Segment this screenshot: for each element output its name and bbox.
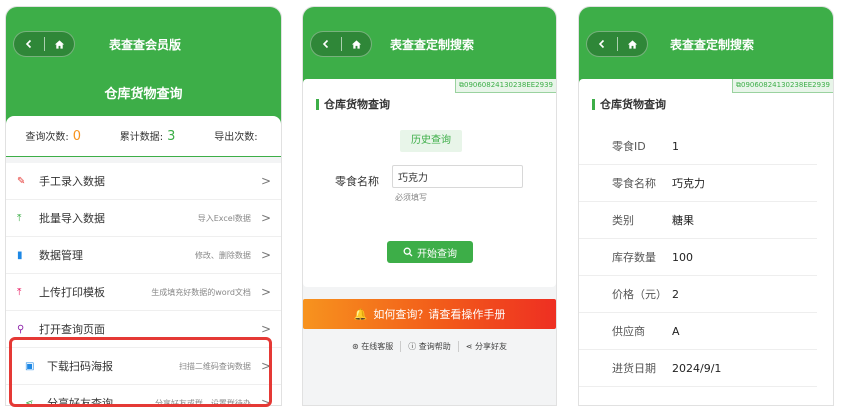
chevron-right-icon: >	[260, 248, 271, 262]
chevron-right-icon: >	[260, 322, 271, 336]
result-row: 零食名称 巧克力	[579, 165, 817, 202]
menu-item-upload-template[interactable]: ⤒ 上传打印模板 生成填充好数据的word文档 >	[6, 274, 281, 311]
back-button[interactable]	[587, 32, 617, 56]
history-query-button[interactable]: 历史查询	[400, 130, 462, 152]
back-icon	[598, 39, 604, 49]
upload-icon: ⤒	[17, 286, 22, 298]
result-row: 类别 糖果	[579, 202, 817, 239]
search-panel: 表查查定制搜索 ⧉09060824130238EE2939 仓库货物查询 历史查…	[302, 6, 557, 406]
query-help-link[interactable]: ⓘ 查询帮助	[401, 340, 459, 352]
field-label-snack-name: 零食名称	[335, 175, 379, 188]
home-icon	[351, 39, 361, 49]
result-panel: 表查查定制搜索 ⧉09060824130238EE2939 仓库货物查询 零食I…	[578, 6, 834, 406]
stat-export-count: 导出次数:	[214, 132, 258, 143]
page-title: 表查查定制搜索	[390, 38, 475, 52]
nav-capsule	[310, 31, 372, 57]
result-row: 供应商 A	[579, 313, 817, 350]
headset-icon: ⊛	[351, 341, 362, 351]
section-title: 仓库货物查询	[316, 99, 390, 110]
search-icon	[403, 247, 413, 257]
online-service-link[interactable]: ⊛ 在线客服	[345, 340, 402, 352]
form-code-badge: ⧉09060824130238EE2939	[731, 79, 833, 93]
stats-row: 查询次数: 0 累计数据: 3 导出次数:	[6, 116, 281, 156]
upload-icon: ⤒	[17, 212, 22, 224]
chevron-right-icon: >	[260, 174, 271, 188]
back-button[interactable]	[311, 32, 341, 56]
share-icon: ⋖	[465, 341, 476, 351]
form-code-badge: ⧉09060824130238EE2939	[454, 79, 556, 93]
chevron-right-icon: >	[260, 285, 271, 299]
menu-item-data-management[interactable]: ▮ 数据管理 修改、删除数据 >	[6, 237, 281, 274]
start-query-button[interactable]: 开始查询	[387, 241, 473, 263]
home-icon	[54, 39, 64, 49]
help-icon: ⓘ	[408, 341, 419, 351]
result-card: ⧉09060824130238EE2939 仓库货物查询 零食ID 1 零食名称巧…	[579, 79, 833, 405]
home-button[interactable]	[44, 32, 74, 56]
home-button[interactable]	[617, 32, 647, 56]
back-icon	[25, 39, 31, 49]
help-manual-banner[interactable]: 🔔 如何查询？请查看操作手册	[303, 299, 556, 329]
pencil-icon: ✎	[17, 175, 26, 187]
page-title: 表查查会员版	[109, 38, 182, 52]
back-button[interactable]	[14, 32, 44, 56]
home-icon	[627, 39, 637, 49]
nav-capsule	[13, 31, 75, 57]
chevron-right-icon: >	[260, 211, 271, 225]
footer-links: ⊛ 在线客服 ⓘ 查询帮助 ⋖ 分享好友	[303, 337, 556, 355]
required-hint: 必须填写	[395, 193, 427, 202]
stat-total-data: 累计数据: 3	[119, 129, 176, 144]
page-subtitle: 仓库货物查询	[104, 87, 183, 102]
snack-name-input[interactable]	[392, 165, 523, 188]
result-row: 进货日期 2024/9/1	[579, 350, 817, 387]
query-form-card: ⧉09060824130238EE2939 仓库货物查询 历史查询 零食名称 必…	[303, 79, 556, 287]
bell-icon: 🔔	[353, 307, 368, 321]
stat-query-count: 查询次数: 0	[25, 129, 82, 144]
page-title: 表查查定制搜索	[670, 38, 755, 52]
back-icon	[322, 39, 328, 49]
highlight-box	[9, 337, 272, 407]
search-icon: ⚲	[17, 323, 25, 335]
bar-chart-icon: ▮	[17, 249, 23, 261]
result-row: 库存数量 100	[579, 239, 817, 276]
menu-item-manual-entry[interactable]: ✎ 手工录入数据 >	[6, 163, 281, 200]
result-row: 零食ID 1	[579, 128, 817, 165]
menu-item-batch-import[interactable]: ⤒ 批量导入数据 导入Excel数据 >	[6, 200, 281, 237]
section-title: 仓库货物查询	[592, 99, 666, 110]
nav-capsule	[586, 31, 648, 57]
home-button[interactable]	[341, 32, 371, 56]
share-friends-link[interactable]: ⋖ 分享好友	[459, 341, 514, 352]
result-row: 价格（元） 2	[579, 276, 817, 313]
